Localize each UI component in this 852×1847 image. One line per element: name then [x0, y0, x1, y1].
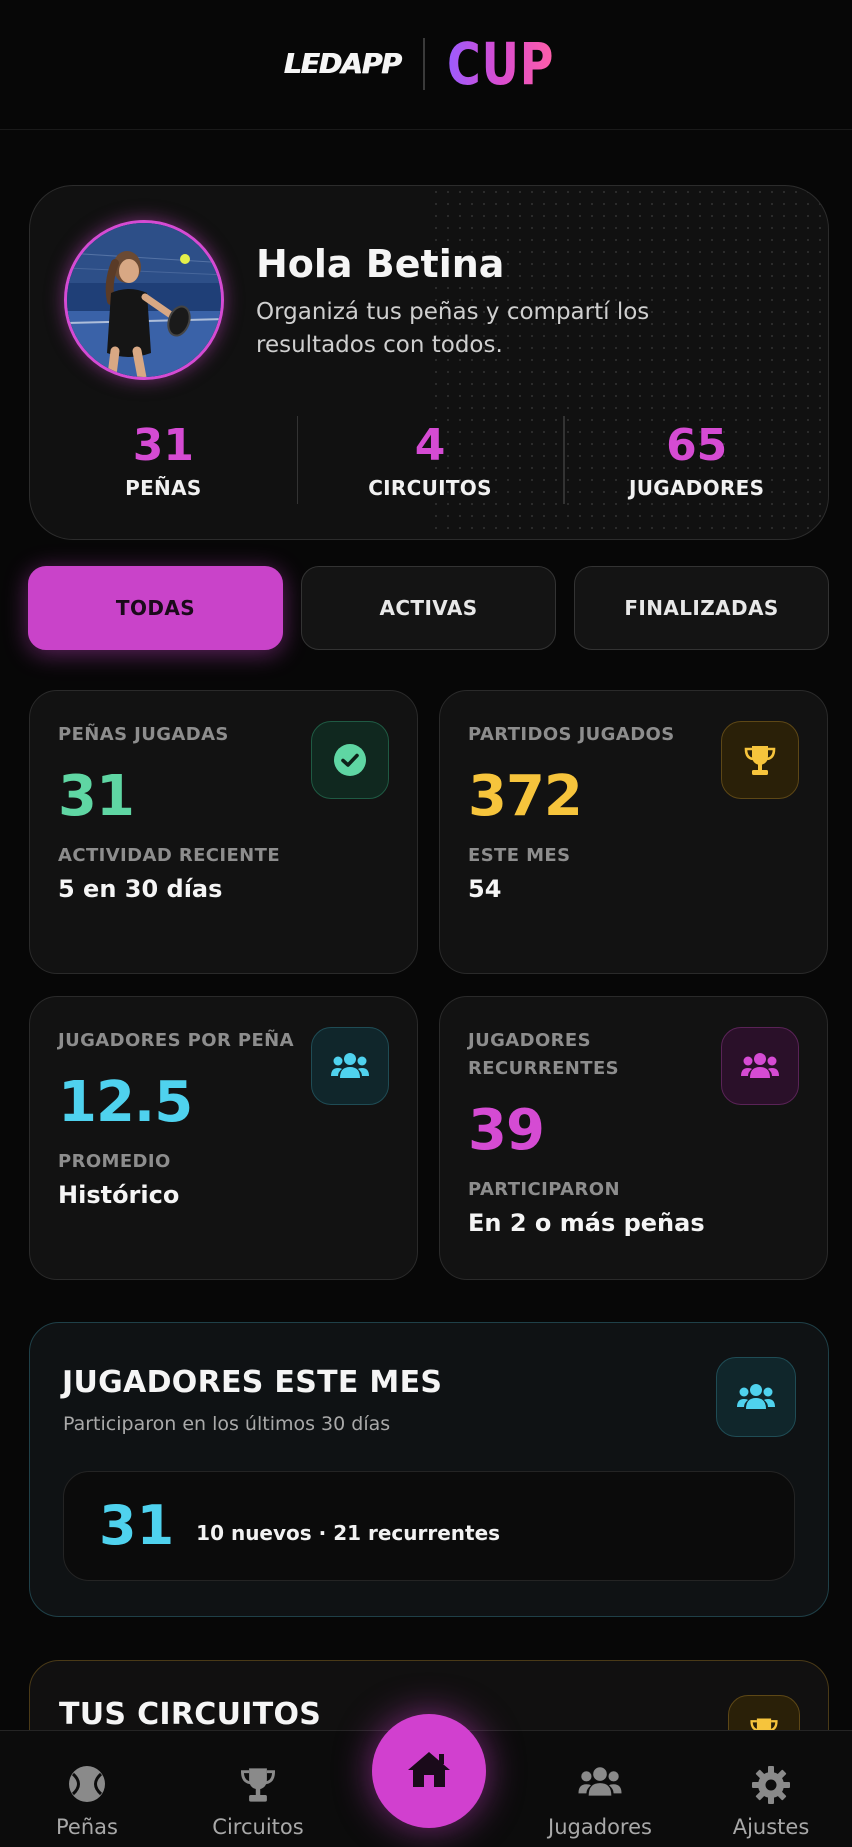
stat-label: PEÑAS: [125, 476, 202, 500]
metric-label: JUGADORES POR PEÑA: [58, 1030, 294, 1051]
section-title: JUGADORES ESTE MES: [62, 1365, 443, 1400]
greeting-subtitle: Organizá tus peñas y compartí los result…: [256, 299, 650, 358]
metric-label: JUGADORES RECURRENTES: [468, 1030, 620, 1079]
stat-label: JUGADORES: [629, 476, 765, 500]
tab-activas[interactable]: ACTIVAS: [301, 566, 556, 650]
avatar[interactable]: [64, 220, 224, 380]
stat-value: 4: [414, 420, 446, 471]
stat-label: CIRCUITOS: [368, 476, 492, 500]
tab-finalizadas[interactable]: FINALIZADAS: [574, 566, 829, 650]
tennis-ball-icon: [68, 1765, 106, 1807]
app-header: LEDAPP CUP: [0, 0, 852, 130]
users-icon: [721, 1027, 799, 1105]
nav-label: Circuitos: [212, 1815, 304, 1839]
trophy-icon: [237, 1765, 279, 1809]
metric-value: 39: [468, 1098, 545, 1163]
logo-divider: [422, 37, 425, 90]
metric-card-jugadores-recurrentes[interactable]: JUGADORES RECURRENTES 39 PARTICIPARON En…: [439, 996, 828, 1280]
metric-label: PEÑAS JUGADAS: [58, 724, 229, 745]
players-this-month-card[interactable]: JUGADORES ESTE MES Participaron en los ú…: [29, 1322, 829, 1617]
filter-tabs: TODAS ACTIVAS FINALIZADAS: [28, 566, 829, 650]
metric-value: 12.5: [58, 1070, 193, 1135]
month-summary: 31 10 nuevos · 21 recurrentes: [63, 1471, 795, 1581]
metric-subvalue: 5 en 30 días: [58, 875, 223, 903]
app-logo: LEDAPP CUP: [284, 35, 569, 93]
section-title: TUS CIRCUITOS: [59, 1697, 322, 1732]
nav-label: Ajustes: [732, 1815, 810, 1839]
home-icon: [406, 1749, 452, 1793]
profile-stats: 31 PEÑAS 4 CIRCUITOS 65 JUGADORES: [30, 416, 828, 516]
nav-item-penas[interactable]: Peñas: [12, 1731, 162, 1847]
users-icon: [716, 1357, 796, 1437]
nav-label: Jugadores: [548, 1815, 652, 1839]
metric-sublabel: PARTICIPARON: [468, 1179, 620, 1200]
metric-card-penas-jugadas[interactable]: PEÑAS JUGADAS 31 ACTIVIDAD RECIENTE 5 en…: [29, 690, 418, 974]
greeting-title: Hola Betina: [256, 242, 505, 286]
greeting: Hola Betina Organizá tus peñas y compart…: [256, 242, 676, 362]
metric-label: PARTIDOS JUGADOS: [468, 724, 675, 745]
nav-item-circuitos[interactable]: Circuitos: [183, 1731, 333, 1847]
users-icon: [311, 1027, 389, 1105]
metric-subvalue: 54: [468, 875, 502, 903]
metric-subvalue: Histórico: [58, 1181, 180, 1209]
tab-todas[interactable]: TODAS: [28, 566, 283, 650]
metric-sublabel: ESTE MES: [468, 845, 571, 866]
metric-value: 372: [468, 764, 583, 829]
home-button[interactable]: [372, 1714, 486, 1828]
metric-card-jugadores-por-pena[interactable]: JUGADORES POR PEÑA 12.5 PROMEDIO Históri…: [29, 996, 418, 1280]
nav-label: Peñas: [56, 1815, 118, 1839]
metric-value: 31: [58, 764, 135, 829]
logo-ledapp: LEDAPP: [283, 47, 402, 80]
stat-penas[interactable]: 31 PEÑAS: [30, 416, 297, 516]
nav-item-ajustes[interactable]: Ajustes: [696, 1731, 846, 1847]
metric-subvalue: En 2 o más peñas: [468, 1209, 705, 1237]
metric-card-partidos-jugados[interactable]: PARTIDOS JUGADOS 372 ESTE MES 54: [439, 690, 828, 974]
stat-value: 65: [666, 420, 728, 471]
month-detail: 10 nuevos · 21 recurrentes: [196, 1521, 501, 1545]
metric-sublabel: ACTIVIDAD RECIENTE: [58, 845, 281, 866]
stat-circuitos[interactable]: 4 CIRCUITOS: [296, 416, 564, 516]
users-icon: [577, 1765, 623, 1803]
check-circle-icon: [311, 721, 389, 799]
section-subtitle: Participaron en los últimos 30 días: [63, 1413, 391, 1435]
stat-jugadores[interactable]: 65 JUGADORES: [563, 416, 828, 516]
month-count: 31: [99, 1494, 175, 1557]
logo-cup: CUP: [446, 29, 554, 98]
metric-sublabel: PROMEDIO: [58, 1151, 171, 1172]
stat-value: 31: [132, 420, 194, 471]
avatar-photo: [67, 223, 221, 377]
nav-item-jugadores[interactable]: Jugadores: [525, 1731, 675, 1847]
gear-icon: [751, 1765, 791, 1809]
profile-card: Hola Betina Organizá tus peñas y compart…: [29, 185, 829, 540]
trophy-icon: [721, 721, 799, 799]
app-screen: LEDAPP CUP Hola Betina Organizá tus peña…: [0, 0, 852, 1847]
